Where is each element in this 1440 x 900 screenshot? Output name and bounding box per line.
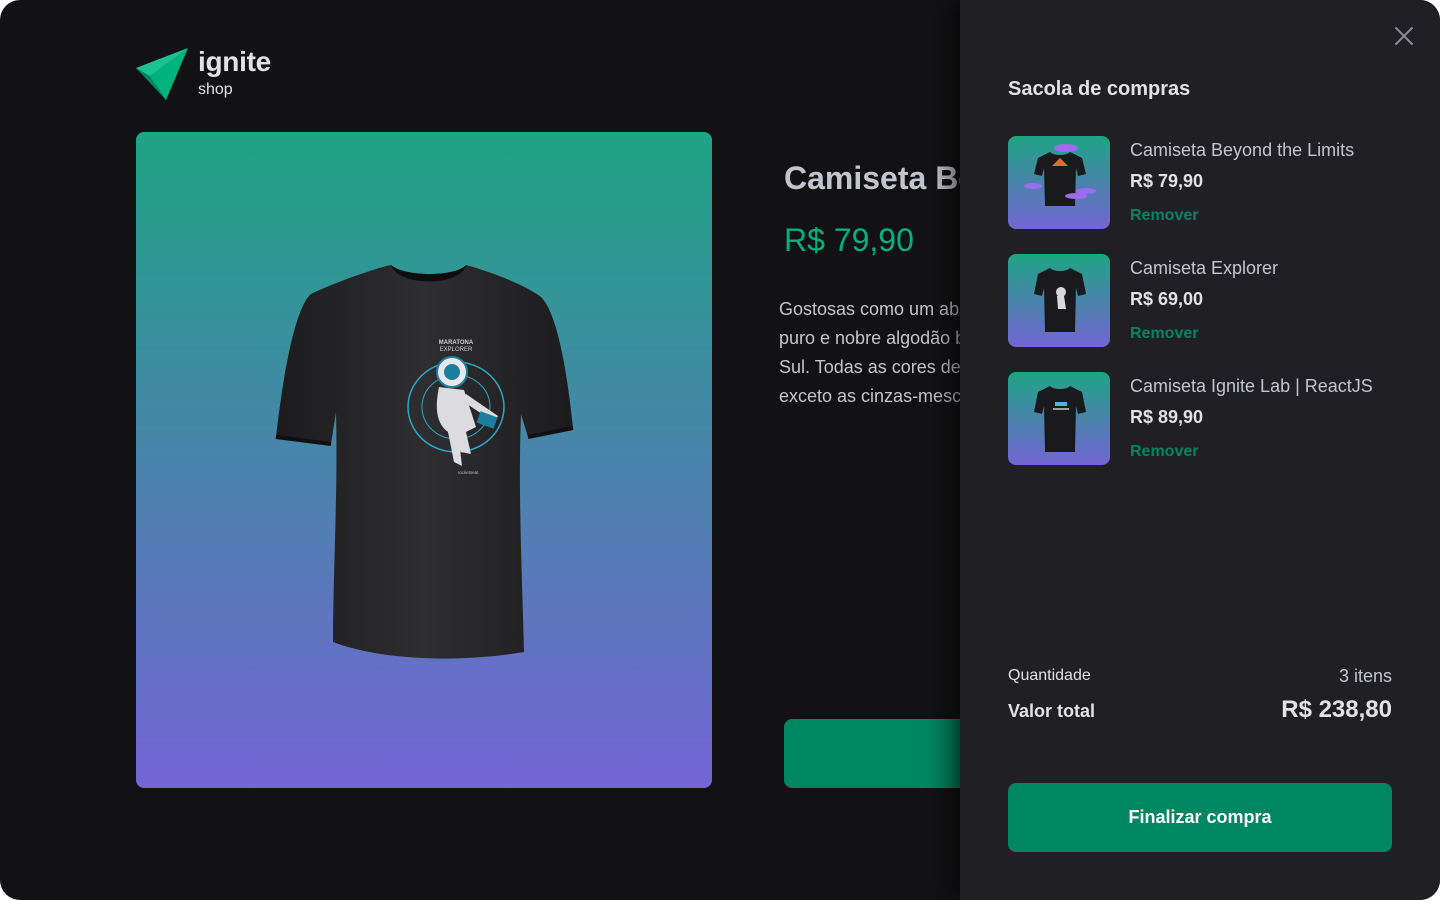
cart-item-name: Camiseta Beyond the Limits	[1130, 140, 1355, 160]
cart-item-price: R$ 89,90	[1130, 407, 1204, 427]
brand-subtitle: shop	[198, 81, 233, 98]
close-cart-button[interactable]	[1394, 26, 1414, 46]
cart-item: Camiseta Explorer R$ 69,00 Remover	[1008, 254, 1398, 348]
brand-title: ignite	[198, 46, 271, 77]
product-image: MARATONA EXPLORER rocketseat	[136, 132, 712, 788]
total-label: Valor total	[1008, 701, 1096, 721]
print-brand: rocketseat	[458, 470, 480, 475]
cart-item-price: R$ 79,90	[1130, 171, 1204, 191]
close-icon	[1395, 27, 1413, 45]
cart-item: Camiseta Ignite Lab | ReactJS R$ 89,90 R…	[1008, 372, 1398, 466]
cart-title: Sacola de compras	[1008, 78, 1191, 100]
cart-item-name: Camiseta Explorer	[1130, 258, 1279, 278]
cart-item-price: R$ 69,00	[1130, 289, 1204, 309]
cart-item-thumbnail	[1008, 136, 1110, 229]
cart-item-thumbnail	[1008, 254, 1110, 347]
tshirt-image: MARATONA EXPLORER rocketseat	[275, 265, 574, 659]
quantity-label: Quantidade	[1008, 667, 1091, 684]
cart-item: Camiseta Beyond the Limits R$ 79,90 Remo…	[1008, 136, 1398, 230]
remove-item-button[interactable]: Remover	[1130, 325, 1198, 343]
tshirt-thumbnail-image	[1034, 386, 1086, 452]
shopping-cart-drawer: Sacola de compras Camiseta Beyond the Li…	[960, 0, 1440, 900]
print-line2: EXPLORER	[440, 347, 473, 353]
app-window: ignite shop MARATONA EXPLORER rocketseat…	[0, 0, 1440, 900]
tshirt-thumbnail-image	[1034, 268, 1086, 332]
product-title: Camiseta Be	[784, 160, 977, 196]
remove-item-button[interactable]: Remover	[1130, 443, 1198, 461]
ignite-logo-icon	[136, 48, 188, 100]
cart-item-thumbnail	[1008, 372, 1110, 465]
quantity-value: 3 itens	[1338, 666, 1392, 686]
print-line1: MARATONA	[439, 340, 474, 346]
total-value: R$ 238,80	[1281, 696, 1392, 723]
checkout-button[interactable]: Finalizar compra	[1008, 783, 1392, 852]
tshirt-thumbnail-image	[1024, 144, 1096, 206]
cart-item-name: Camiseta Ignite Lab | ReactJS	[1130, 376, 1373, 396]
brand-logo[interactable]: ignite shop	[136, 46, 271, 100]
remove-item-button[interactable]: Remover	[1130, 207, 1198, 225]
product-price: R$ 79,90	[784, 222, 914, 258]
